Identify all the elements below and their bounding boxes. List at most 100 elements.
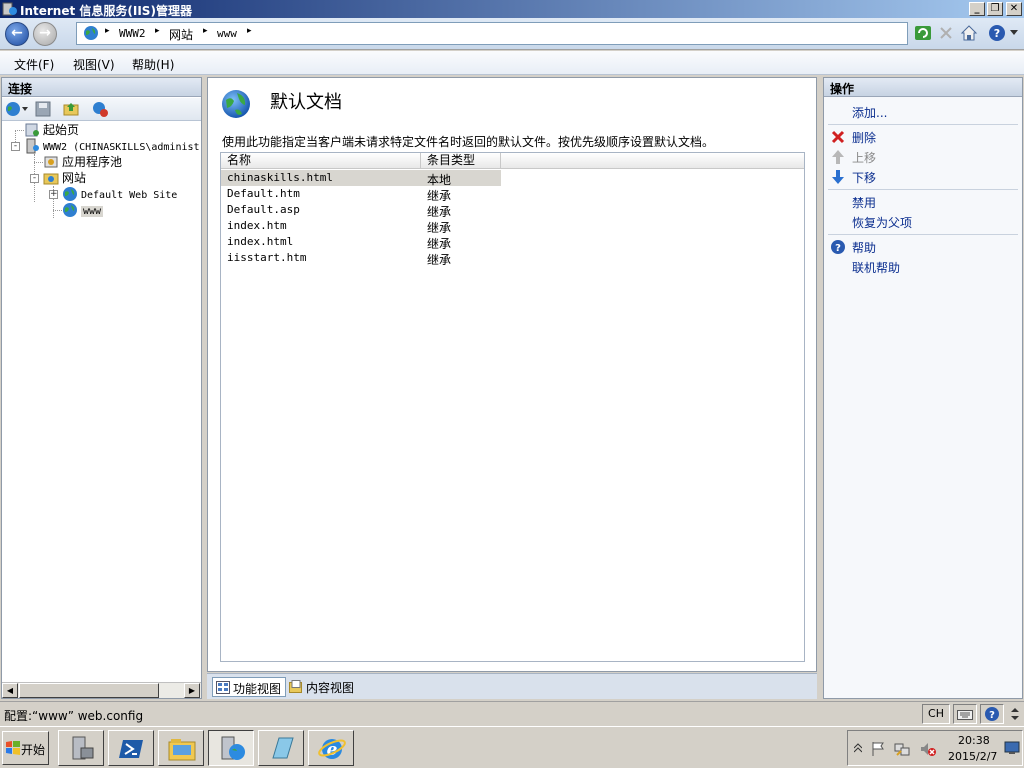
table-row[interactable]: Default.asp 继承 xyxy=(221,202,501,219)
save-icon[interactable] xyxy=(35,101,51,117)
iis-manager-icon xyxy=(2,2,17,16)
taskbar-internet-explorer[interactable]: e xyxy=(308,730,354,766)
table-row[interactable]: Default.htm 继承 xyxy=(221,186,501,203)
help-icon[interactable]: ? xyxy=(988,24,1006,42)
connections-toolbar xyxy=(2,98,201,121)
cell-name: index.html xyxy=(227,235,294,248)
start-button[interactable]: 开始 xyxy=(2,731,49,765)
chevron-down-icon[interactable] xyxy=(1010,30,1018,36)
table-row[interactable]: iisstart.htm 继承 xyxy=(221,250,501,267)
action-move-down[interactable]: 下移 xyxy=(852,169,876,186)
tree-item-default-web-site[interactable]: Default Web Site xyxy=(62,186,177,202)
home-icon[interactable] xyxy=(960,24,978,42)
divider xyxy=(828,124,1018,125)
clock-date[interactable]: 2015/2/7 xyxy=(948,750,997,763)
cell-name: index.htm xyxy=(227,219,287,232)
action-add[interactable]: 添加... xyxy=(852,104,887,121)
tree-item-sites[interactable]: 网站 xyxy=(43,170,86,186)
breadcrumb-separator: ▸ xyxy=(247,26,252,36)
move-down-icon xyxy=(832,170,844,184)
breadcrumb-server[interactable]: WWW2 xyxy=(119,27,146,40)
action-remove[interactable]: 删除 xyxy=(852,129,876,146)
chevron-down-icon[interactable] xyxy=(22,107,28,111)
globe-icon xyxy=(84,26,98,40)
view-tabs: 功能视图 内容视图 xyxy=(207,673,817,699)
show-desktop-icon[interactable] xyxy=(1004,741,1020,755)
feature-panel: 默认文档 使用此功能指定当客户端未请求特定文件名时返回的默认文件。按优先级顺序设… xyxy=(207,77,817,672)
taskbar-server-manager[interactable] xyxy=(58,730,104,766)
tree-label: WWW2 (CHINASKILLS\administ xyxy=(43,142,200,153)
tab-features-view[interactable]: 功能视图 xyxy=(212,677,287,697)
tab-content-view[interactable]: 内容视图 xyxy=(286,677,358,697)
action-revert[interactable]: 恢复为父项 xyxy=(852,214,912,231)
menu-file[interactable]: 文件(F) xyxy=(14,56,54,73)
help-icon[interactable]: ? xyxy=(980,704,1004,724)
column-header-type[interactable]: 条目类型 xyxy=(421,153,501,169)
minimize-button[interactable]: _ xyxy=(969,2,985,16)
table-row[interactable]: chinaskills.html 本地 xyxy=(221,170,501,187)
scroll-left-arrow[interactable]: ◀ xyxy=(2,683,18,698)
menu-view[interactable]: 视图(V) xyxy=(73,56,115,73)
tree-expander[interactable]: - xyxy=(30,174,39,183)
stop-icon[interactable] xyxy=(937,24,955,42)
delete-icon xyxy=(831,130,845,144)
taskbar-explorer[interactable] xyxy=(158,730,204,766)
menu-help[interactable]: 帮助(H) xyxy=(132,56,174,73)
keyboard-icon[interactable] xyxy=(953,704,977,724)
window-title: Internet 信息服务(IIS)管理器 xyxy=(20,4,192,18)
start-page-icon xyxy=(25,123,39,137)
close-button[interactable]: ✕ xyxy=(1006,2,1022,16)
app-pool-icon xyxy=(44,156,58,168)
divider xyxy=(828,189,1018,190)
disconnect-icon[interactable] xyxy=(92,101,108,117)
powershell-icon xyxy=(119,740,143,758)
action-online-help[interactable]: 联机帮助 xyxy=(852,259,900,276)
taskbar-notepad[interactable] xyxy=(258,730,304,766)
breadcrumb-www[interactable]: www xyxy=(217,27,237,40)
refresh-icon[interactable] xyxy=(914,24,932,42)
address-field[interactable]: ▸ WWW2 ▸ 网站 ▸ www ▸ xyxy=(76,22,908,45)
column-header-name[interactable]: 名称 xyxy=(221,153,421,169)
up-level-icon[interactable] xyxy=(63,101,79,117)
tree-item-app-pools[interactable]: 应用程序池 xyxy=(43,154,122,170)
default-documents-list[interactable]: 名称 条目类型 chinaskills.html 本地 Default.htm … xyxy=(220,152,805,662)
chevron-up-icon[interactable] xyxy=(854,743,862,753)
tree-item-server[interactable]: WWW2 (CHINASKILLS\administ xyxy=(24,138,200,154)
forward-button[interactable]: → xyxy=(33,22,57,46)
cell-name: Default.asp xyxy=(227,203,300,216)
tree-item-www[interactable]: www xyxy=(62,202,104,218)
action-help[interactable]: 帮助 xyxy=(852,239,876,256)
move-up-icon xyxy=(832,150,844,164)
title-bar[interactable]: Internet 信息服务(IIS)管理器 _ ❐ ✕ xyxy=(0,0,1024,18)
action-move-up[interactable]: 上移 xyxy=(852,149,876,166)
maximize-button[interactable]: ❐ xyxy=(987,2,1003,16)
taskbar-powershell[interactable] xyxy=(108,730,154,766)
tree-item-start-page[interactable]: 起始页 xyxy=(24,122,79,138)
tree-label: Default Web Site xyxy=(81,190,178,201)
connections-header: 连接 xyxy=(2,78,201,97)
flag-icon[interactable] xyxy=(870,741,886,757)
options-chevron-icon[interactable] xyxy=(1011,707,1019,721)
table-row[interactable]: index.html 继承 xyxy=(221,234,501,251)
tree-expander[interactable]: - xyxy=(11,142,20,151)
action-disable[interactable]: 禁用 xyxy=(852,194,876,211)
breadcrumb-sites[interactable]: 网站 xyxy=(169,26,193,43)
language-indicator[interactable]: CH xyxy=(922,704,950,724)
actions-header: 操作 xyxy=(824,78,1022,97)
scroll-thumb[interactable] xyxy=(19,683,159,698)
tree-expander[interactable]: + xyxy=(49,190,58,199)
network-icon[interactable] xyxy=(894,741,910,757)
start-label: 开始 xyxy=(21,743,46,757)
table-row[interactable]: index.htm 继承 xyxy=(221,218,501,235)
status-text: 配置:“www” web.config xyxy=(4,709,144,723)
tab-label: 内容视图 xyxy=(306,681,355,695)
scroll-right-arrow[interactable]: ▶ xyxy=(184,683,200,698)
back-button[interactable]: ← xyxy=(5,22,29,46)
tab-label: 功能视图 xyxy=(233,682,282,696)
horizontal-scrollbar[interactable]: ◀ ▶ xyxy=(2,682,201,698)
taskbar-iis-manager[interactable] xyxy=(208,730,254,766)
clock-time[interactable]: 20:38 xyxy=(958,734,990,747)
connect-globe-icon[interactable] xyxy=(5,101,21,117)
page-title: 默认文档 xyxy=(270,92,342,113)
volume-muted-icon[interactable] xyxy=(920,741,936,757)
